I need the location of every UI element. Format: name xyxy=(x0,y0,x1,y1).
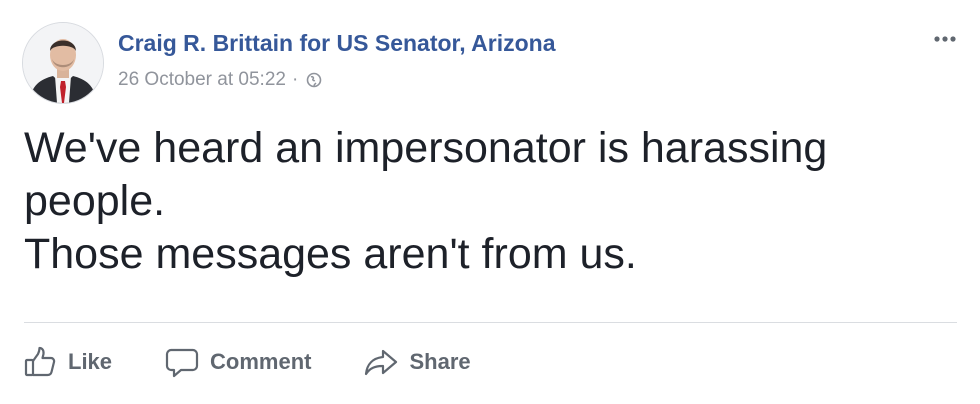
more-options-icon[interactable] xyxy=(930,28,964,50)
profile-photo xyxy=(23,23,103,103)
share-arrow-icon xyxy=(363,344,399,380)
avatar[interactable] xyxy=(22,22,104,104)
post-text: We've heard an impersonator is harassing… xyxy=(24,122,954,281)
post-meta: 26 October at 05:22 · xyxy=(118,69,322,91)
divider xyxy=(24,322,957,323)
comment-label: Comment xyxy=(210,349,312,374)
like-button[interactable]: Like xyxy=(22,344,112,380)
facebook-post: Craig R. Brittain for US Senator, Arizon… xyxy=(0,0,980,404)
thumbs-up-icon xyxy=(22,344,58,380)
post-action-bar: Like Comment Share xyxy=(22,340,471,384)
globe-icon[interactable] xyxy=(306,72,322,88)
share-button[interactable]: Share xyxy=(363,344,471,380)
post-author-link[interactable]: Craig R. Brittain for US Senator, Arizon… xyxy=(118,30,555,57)
speech-bubble-icon xyxy=(164,344,200,380)
like-label: Like xyxy=(68,349,113,374)
meta-separator: · xyxy=(291,69,299,90)
post-text-line: We've heard an impersonator is harassing xyxy=(24,124,828,172)
share-label: Share xyxy=(409,349,471,374)
post-timestamp[interactable]: 26 October at 05:22 xyxy=(118,69,286,91)
comment-button[interactable]: Comment xyxy=(164,344,311,380)
post-text-line: people. xyxy=(24,177,166,225)
post-text-line: Those messages aren't from us. xyxy=(24,230,637,278)
